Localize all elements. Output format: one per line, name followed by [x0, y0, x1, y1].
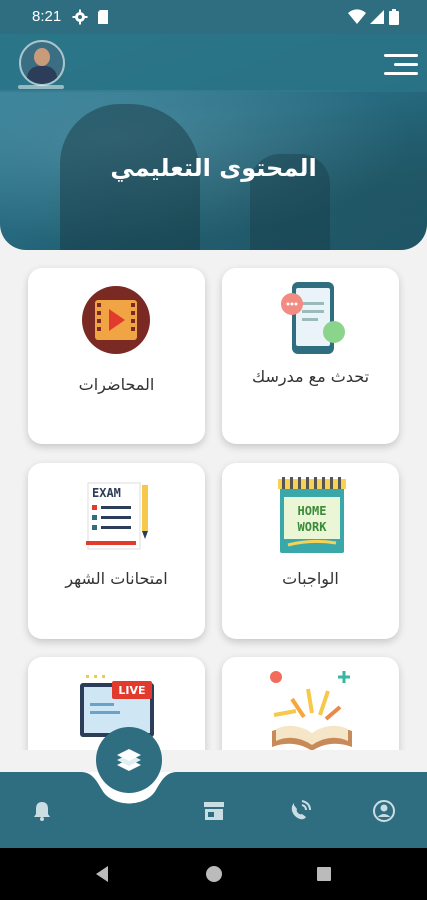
chat-phone-icon	[281, 282, 345, 354]
system-nav-bar	[0, 848, 427, 900]
video-play-icon	[82, 286, 150, 354]
avatar-caption	[18, 85, 64, 89]
books-icon	[117, 749, 141, 771]
wifi-icon	[348, 9, 366, 24]
menu-line	[384, 72, 418, 75]
notification-bell-icon[interactable]	[30, 799, 54, 823]
card-lectures[interactable]: المحاضرات	[28, 268, 205, 444]
exam-icon-text: EXAM	[92, 486, 121, 500]
home-icon[interactable]	[205, 865, 223, 883]
books-fab-button[interactable]	[96, 727, 162, 793]
homework-icon-text-2: WORK	[298, 520, 328, 534]
hamburger-menu-icon[interactable]	[382, 52, 418, 78]
page-title: المحتوى التعليمي	[110, 154, 317, 182]
recents-icon[interactable]	[316, 866, 332, 882]
status-bar: 8:21	[0, 0, 427, 34]
sd-card-icon	[98, 10, 108, 24]
settings-icon	[72, 9, 88, 25]
card-label: تحدث مع مدرسك	[251, 367, 370, 386]
battery-icon	[389, 9, 399, 25]
profile-icon[interactable]	[372, 799, 396, 823]
homework-notebook-icon: HOME WORK	[278, 477, 346, 553]
back-icon[interactable]	[94, 865, 110, 883]
live-icon-text: LIVE	[118, 684, 145, 697]
store-icon[interactable]	[202, 799, 226, 823]
card-monthly-exams[interactable]: EXAM امتحانات الشهر	[28, 463, 205, 639]
avatar-body	[27, 66, 57, 84]
card-label: امتحانات الشهر	[65, 569, 168, 588]
support-icon[interactable]	[288, 799, 312, 823]
signal-icon	[370, 10, 384, 24]
card-label: الواجبات	[282, 569, 339, 588]
card-homework[interactable]: HOME WORK الواجبات	[222, 463, 399, 639]
homework-icon-text-1: HOME	[298, 504, 327, 518]
exam-sheet-icon: EXAM	[86, 482, 148, 550]
card-chat-teacher[interactable]: تحدث مع مدرسك	[222, 268, 399, 444]
avatar-face	[34, 48, 50, 66]
avatar[interactable]	[19, 40, 65, 86]
menu-line	[394, 63, 418, 66]
card-label: المحاضرات	[78, 375, 155, 394]
status-time: 8:21	[32, 8, 62, 25]
menu-line	[384, 54, 418, 57]
open-book-icon	[270, 671, 352, 751]
